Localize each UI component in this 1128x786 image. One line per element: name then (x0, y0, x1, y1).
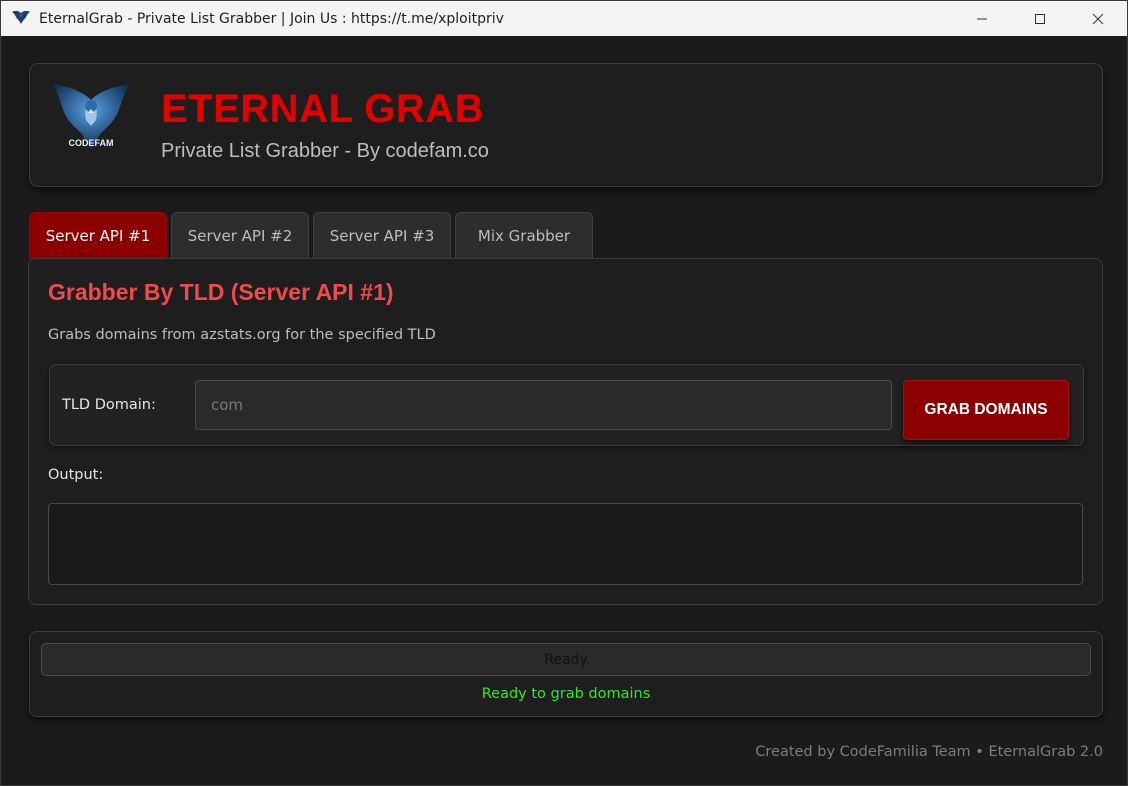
codefam-eagle-logo: CODEFAM (52, 84, 130, 150)
minimize-button[interactable] (953, 1, 1011, 36)
output-label: Output: (48, 467, 104, 483)
progress-bar: Ready (41, 643, 1091, 676)
window-title: EternalGrab - Private List Grabber | Joi… (39, 10, 504, 27)
tab-mix-grabber[interactable]: Mix Grabber (455, 212, 593, 259)
header-card: CODEFAM ETERNAL GRAB Private List Grabbe… (29, 63, 1103, 187)
close-icon (1092, 13, 1104, 24)
tab-server-api-3[interactable]: Server API #3 (313, 212, 451, 259)
close-button[interactable] (1069, 1, 1127, 36)
grab-domains-button[interactable]: GRAB DOMAINS (903, 380, 1069, 440)
tld-label: TLD Domain: (62, 397, 156, 413)
maximize-icon (1035, 13, 1045, 24)
eagle-icon (12, 10, 30, 24)
maximize-button[interactable] (1011, 1, 1069, 36)
status-message: Ready to grab domains (481, 686, 651, 702)
app-subtitle: Private List Grabber - By codefam.co (161, 140, 489, 162)
tab-server-api-2[interactable]: Server API #2 (171, 212, 309, 259)
tab-bar: Server API #1 Server API #2 Server API #… (29, 212, 593, 259)
panel-title: Grabber By TLD (Server API #1) (48, 279, 394, 305)
app-window: EternalGrab - Private List Grabber | Joi… (0, 0, 1128, 786)
logo-text: CODEFAM (69, 138, 114, 148)
main-content: CODEFAM ETERNAL GRAB Private List Grabbe… (1, 36, 1127, 785)
status-card: Ready Ready to grab domains (29, 631, 1103, 717)
footer-credit: Created by CodeFamilia Team • EternalGra… (755, 744, 1103, 760)
window-controls (953, 1, 1127, 36)
tld-input-card: TLD Domain: GRAB DOMAINS (49, 364, 1084, 446)
title-bar[interactable]: EternalGrab - Private List Grabber | Joi… (1, 1, 1127, 36)
app-title: ETERNAL GRAB (161, 87, 485, 131)
progress-text: Ready (544, 651, 588, 668)
panel-description: Grabs domains from azstats.org for the s… (48, 327, 436, 343)
tld-input[interactable] (195, 380, 892, 430)
output-textarea[interactable] (48, 503, 1083, 585)
grabber-panel: Grabber By TLD (Server API #1) Grabs dom… (28, 258, 1103, 605)
tab-server-api-1[interactable]: Server API #1 (29, 212, 167, 259)
minimize-icon (977, 18, 987, 19)
